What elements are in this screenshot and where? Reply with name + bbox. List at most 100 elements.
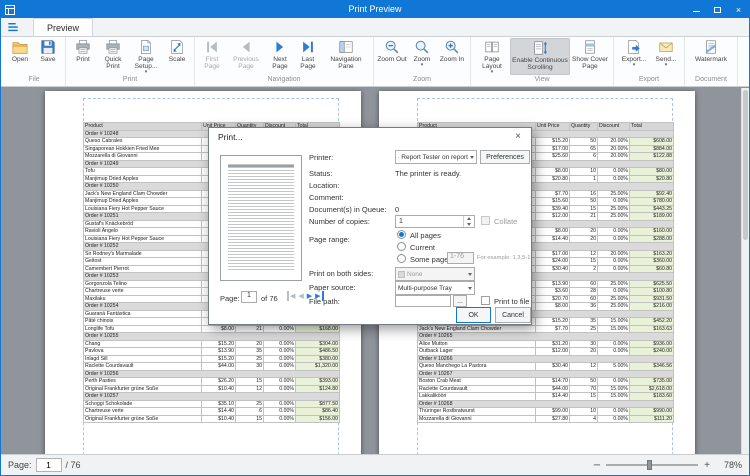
queue-value: 0 [395, 205, 399, 214]
table-cell: $15.20 [202, 340, 236, 348]
table-cell: 0.00% [264, 363, 296, 371]
zoom-in-icon[interactable]: + [702, 460, 712, 471]
page-range-label: Page range: [309, 235, 350, 244]
ribbon-button-page-layout[interactable]: Page Layout▾ [474, 38, 510, 75]
ribbon-button-quick-print[interactable]: Quick Print [97, 38, 129, 75]
table-cell: Sir Rodney's Marmalade [84, 250, 202, 258]
ribbon-button-scale[interactable]: Scale [163, 38, 191, 75]
table-cell: $26.20 [202, 378, 236, 386]
tab-preview[interactable]: Preview [33, 18, 93, 36]
table-cell: $7.70 [536, 190, 570, 198]
ribbon-button-save[interactable]: Save [34, 38, 62, 75]
group-row: Order # 10265 [418, 333, 674, 341]
previous-page-icon[interactable]: ◀ [298, 291, 303, 301]
ribbon-button-zoom-in[interactable]: Zoom In [437, 38, 467, 75]
ribbon-button-previous-page[interactable]: Previous Page [226, 38, 266, 75]
ribbon-button-watermark[interactable]: Watermark [688, 38, 734, 75]
dropdown-arrow-icon: ▾ [145, 70, 148, 74]
ribbon-group-label: View [474, 75, 610, 86]
paper-source-select[interactable]: Multi-purpose Tray [395, 281, 475, 295]
ribbon: OpenSaveFile PrintQuick PrintPage Setup..… [1, 37, 749, 87]
group-row: Order # 10268 [418, 400, 674, 408]
table-cell: $735.00 [630, 378, 674, 386]
table-cell: 0.00% [598, 348, 630, 356]
ribbon-button-printer[interactable]: Print [69, 38, 97, 75]
file-path-input[interactable] [395, 295, 451, 307]
statusbar-page-input[interactable] [36, 458, 62, 472]
preferences-button[interactable]: Preferences [480, 150, 530, 164]
vertical-scrollbar[interactable] [741, 88, 749, 454]
table-cell: $240.00 [630, 348, 674, 356]
printer-select[interactable]: Report Tester on report [395, 150, 477, 164]
table-cell: 30 [236, 363, 264, 371]
first-page-icon[interactable]: ◀ [287, 291, 295, 301]
table-cell: 25 [236, 355, 264, 363]
next-page-icon[interactable]: ▶ [307, 291, 312, 301]
zoom-out-icon[interactable]: − [592, 460, 602, 471]
table-cell: $160.00 [630, 228, 674, 236]
ribbon-button-zoom[interactable]: Zoom▾ [407, 38, 437, 75]
zoom-slider[interactable] [606, 458, 698, 472]
table-cell: 65 [570, 145, 598, 153]
ribbon-button-continuous-scrolling[interactable]: Enable Continuous Scrolling [510, 38, 570, 75]
table-cell: Boston Crab Meat [418, 378, 536, 386]
zoom-slider-thumb[interactable] [647, 460, 652, 470]
minimize-button[interactable] [686, 1, 707, 18]
copies-stepper[interactable]: 1 [395, 215, 475, 228]
table-cell: 15.00% [598, 318, 630, 326]
cancel-button[interactable]: Cancel [495, 307, 531, 323]
ribbon-button-export[interactable]: Export...▾ [617, 38, 651, 75]
dialog-close-icon[interactable]: × [505, 128, 531, 146]
browse-button[interactable]: ... [453, 295, 467, 307]
current-page-radio[interactable] [397, 242, 406, 251]
maximize-button[interactable] [707, 1, 728, 18]
ribbon-button-next-page[interactable]: Next Page [266, 38, 294, 75]
table-cell: Mozzarella di Giovanni [84, 153, 202, 161]
ok-button[interactable]: OK [456, 307, 491, 323]
ribbon-button-first-page[interactable]: First Page [198, 38, 226, 75]
last-page-icon[interactable]: ▶ [315, 291, 323, 301]
table-cell: 15.00% [598, 393, 630, 401]
print-to-file-label: Print to file [494, 297, 529, 306]
table-cell: $86.40 [296, 408, 340, 416]
table-cell: $31.20 [536, 340, 570, 348]
all-pages-radio[interactable] [397, 230, 406, 239]
dialog-title: Print... [218, 128, 243, 146]
table-cell: 0.00% [264, 340, 296, 348]
table-cell: $13.90 [202, 348, 236, 356]
close-button[interactable]: × [728, 1, 749, 18]
ribbon-group-label: File [6, 75, 62, 86]
ribbon-menu-icon[interactable] [1, 18, 25, 36]
scrollbar-thumb[interactable] [743, 90, 748, 240]
table-cell: Ravioli Angelo [84, 228, 202, 236]
table-row: Boston Crab Meat$14.70500.00%$735.00 [418, 378, 674, 386]
ribbon-button-open-folder[interactable]: Open [6, 38, 34, 75]
print-to-file-checkbox[interactable] [481, 296, 490, 305]
ribbon-button-label: First Page [198, 56, 226, 70]
table-row: Queso Manchego La Pastora$30.40125.00%$3… [418, 363, 674, 371]
table-cell: $877.50 [296, 400, 340, 408]
table-row: Pavlova$13.90350.00%$486.50 [84, 348, 340, 356]
table-cell: $44.00 [202, 363, 236, 371]
ribbon-button-navigation-pane[interactable]: Navigation Pane [322, 38, 370, 75]
ribbon-button-page-setup[interactable]: Page Setup...▾ [129, 38, 163, 75]
some-pages-radio[interactable] [397, 254, 406, 263]
table-cell: 10 [570, 168, 598, 176]
table-cell: Thüringer Rostbratwurst [418, 408, 536, 416]
table-cell: 0.00% [264, 415, 296, 423]
ribbon-button-cover-page[interactable]: Show Cover Page [570, 38, 610, 75]
first-page-icon [204, 39, 220, 55]
table-cell: 6 [236, 408, 264, 416]
order-group-label: Order # 10265 [418, 333, 674, 341]
ribbon-button-last-page[interactable]: Last Page [294, 38, 322, 75]
ribbon-button-send[interactable]: Send...▾ [651, 38, 681, 75]
table-cell: Jack's New England Clam Chowder [418, 325, 536, 333]
table-cell: 0.00% [598, 235, 630, 243]
table-row: Schoggi Schokolade$35.10250.00%$877.50 [84, 400, 340, 408]
table-cell: 0.00% [598, 340, 630, 348]
dropdown-arrow-icon: ▾ [665, 63, 668, 67]
table-cell: $35.10 [202, 400, 236, 408]
table-cell: 21 [236, 325, 264, 333]
ribbon-button-zoom-out[interactable]: Zoom Out [377, 38, 407, 75]
dialog-page-input[interactable]: 1 [241, 291, 257, 303]
